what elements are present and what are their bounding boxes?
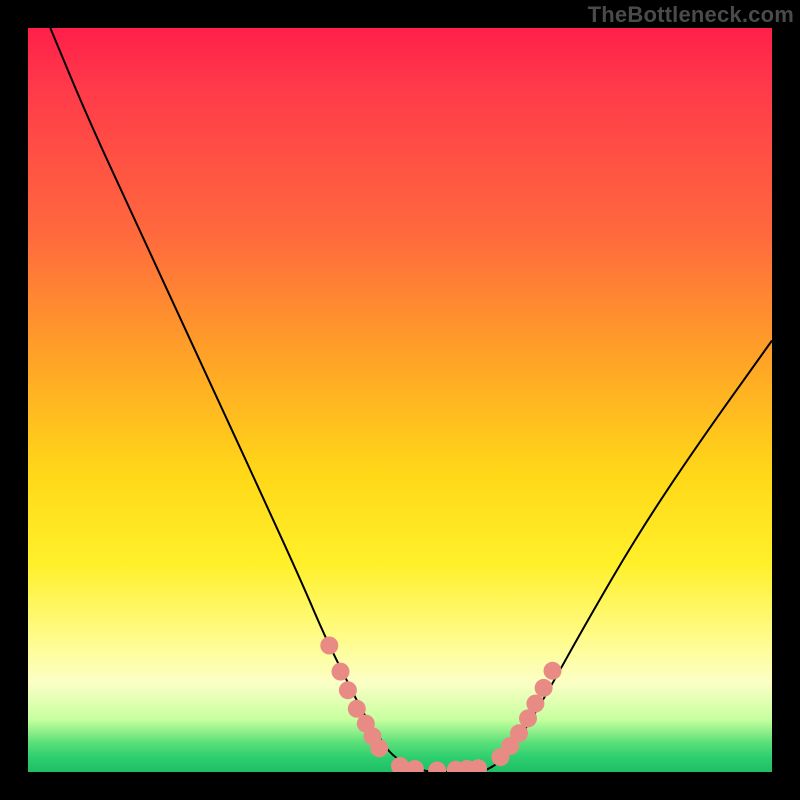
- watermark-text: TheBottleneck.com: [588, 2, 794, 28]
- chart-frame: TheBottleneck.com: [0, 0, 800, 800]
- data-point-marker: [339, 681, 357, 699]
- chart-svg: [28, 28, 772, 772]
- data-point-marker: [428, 762, 446, 773]
- data-point-marker: [526, 695, 544, 713]
- data-point-marker: [406, 760, 424, 772]
- data-point-marker: [370, 739, 388, 757]
- data-point-marker: [510, 724, 528, 742]
- data-point-marker: [535, 679, 553, 697]
- bottleneck-curve: [50, 28, 772, 772]
- data-point-marker: [320, 637, 338, 655]
- data-point-marker: [332, 663, 350, 681]
- data-point-marker: [544, 662, 562, 680]
- data-point-marker: [469, 759, 487, 772]
